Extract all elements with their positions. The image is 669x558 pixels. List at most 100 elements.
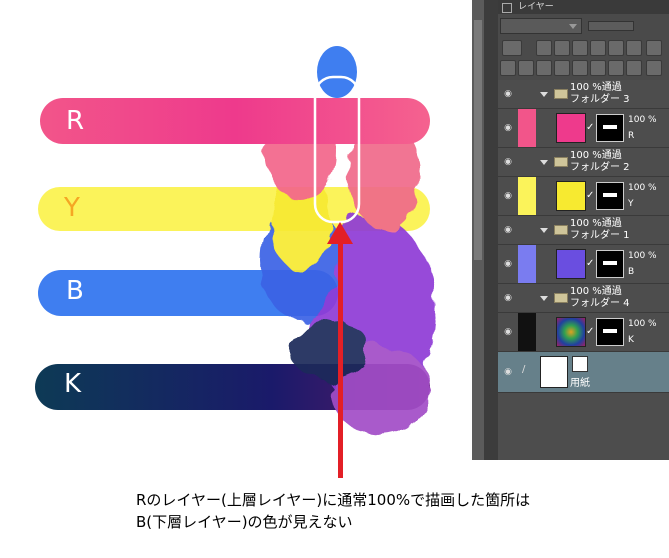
expand-icon[interactable]: [540, 296, 548, 301]
bar-r: [40, 98, 430, 144]
layer-thumbnail: [556, 181, 586, 211]
layer-list-icon[interactable]: [500, 60, 516, 76]
trash-icon[interactable]: [646, 60, 662, 76]
layer-thumbnail: [556, 113, 586, 143]
annotation-arrow-line: [338, 234, 343, 478]
layer-opacity: 100 %通過: [570, 286, 622, 297]
layer-name: B: [628, 267, 635, 277]
annotation-arrow-head-icon: [327, 222, 353, 244]
lock-transparent-icon[interactable]: [590, 40, 606, 56]
bar-label-y: Y: [64, 193, 80, 223]
layer-thumbnail: [556, 249, 586, 279]
eye-icon[interactable]: ◉: [500, 290, 516, 306]
layer-mask-thumbnail: [596, 318, 624, 346]
eye-icon[interactable]: ◉: [500, 154, 516, 170]
layer-name: K: [628, 335, 634, 345]
caption-line-1: Rのレイヤー(上層レイヤー)に通常100%で描画した箇所は: [136, 491, 531, 509]
layer-color-label: [518, 80, 536, 108]
layer-opacity: 100 %: [628, 251, 657, 261]
layer-panel-tab[interactable]: レイヤー: [498, 0, 669, 14]
eye-icon[interactable]: ◉: [500, 222, 516, 238]
layer-name: Y: [628, 199, 634, 209]
expand-icon[interactable]: [540, 92, 548, 97]
new-folder-icon[interactable]: [554, 60, 570, 76]
layer-k[interactable]: ◉ ✓ 100 % K: [498, 313, 669, 352]
layer-name: 用紙: [570, 378, 590, 389]
layer-panel: レイヤー ◉ 100 %通過 フォルダー 3 ◉ ✓ 100 % R ◉ 100…: [498, 0, 669, 460]
layer-thumbnail: [556, 317, 586, 347]
mask-icon[interactable]: [608, 40, 624, 56]
paper-icon: [572, 356, 588, 372]
clip-icon[interactable]: [536, 40, 552, 56]
layer-folder-3[interactable]: ◉ 100 %通過 フォルダー 3: [498, 80, 669, 109]
bar-label-r: R: [66, 106, 85, 136]
new-raster-layer-icon[interactable]: [518, 60, 534, 76]
layer-name: フォルダー 4: [570, 298, 630, 309]
layers-icon: [502, 3, 512, 13]
layer-opacity: 100 %: [628, 319, 657, 329]
eye-icon[interactable]: ◉: [500, 86, 516, 102]
layer-thumbnail: [540, 356, 568, 388]
layer-property-toolbar: [498, 38, 669, 56]
eye-icon[interactable]: ◉: [500, 188, 516, 204]
layer-color-label: [518, 177, 536, 215]
layer-mask-thumbnail: [596, 250, 624, 278]
merge-icon[interactable]: [608, 60, 624, 76]
layer-name: R: [628, 131, 635, 141]
layer-folder-1[interactable]: ◉ 100 %通過 フォルダー 1: [498, 216, 669, 245]
layer-folder-4[interactable]: ◉ 100 %通過 フォルダー 4: [498, 284, 669, 313]
mask-link-icon[interactable]: ✓: [586, 258, 594, 269]
layer-panel-title: レイヤー: [518, 2, 554, 12]
ruler-icon[interactable]: [626, 40, 642, 56]
layer-b[interactable]: ◉ ✓ 100 % B: [498, 245, 669, 284]
eye-icon[interactable]: ◉: [500, 324, 516, 340]
reference-icon[interactable]: [554, 40, 570, 56]
eye-icon[interactable]: ◉: [500, 256, 516, 272]
expand-icon[interactable]: [540, 228, 548, 233]
layer-mask-thumbnail: [596, 182, 624, 210]
new-vector-layer-icon[interactable]: [536, 60, 552, 76]
move-up-icon[interactable]: [572, 60, 588, 76]
layer-r[interactable]: ◉ ✓ 100 % R: [498, 109, 669, 148]
layer-paper[interactable]: ◉ / 用紙: [498, 352, 669, 393]
mask-link-icon[interactable]: ✓: [586, 122, 594, 133]
expand-icon[interactable]: [540, 160, 548, 165]
folder-icon: [554, 225, 568, 235]
layer-name: フォルダー 2: [570, 162, 630, 173]
opacity-slider[interactable]: [588, 21, 634, 31]
folder-icon: [554, 157, 568, 167]
eye-icon[interactable]: ◉: [500, 120, 516, 136]
layer-command-toolbar: [498, 58, 669, 76]
move-down-icon[interactable]: [590, 60, 606, 76]
layer-name: フォルダー 3: [570, 94, 630, 105]
brush-icon: /: [522, 364, 526, 375]
mask-link-icon[interactable]: ✓: [586, 326, 594, 337]
color-swatch-icon[interactable]: [502, 40, 522, 56]
eye-icon[interactable]: ◉: [500, 364, 516, 380]
layer-opacity: 100 %通過: [570, 218, 622, 229]
explanation-caption: Rのレイヤー(上層レイヤー)に通常100%で描画した箇所は B(下層レイヤー)の…: [136, 489, 656, 533]
bar-label-k: K: [64, 369, 82, 399]
caption-line-2: B(下層レイヤー)の色が見えない: [136, 513, 353, 531]
mask-link-icon[interactable]: ✓: [586, 190, 594, 201]
drawing-canvas[interactable]: R Y B K: [0, 0, 472, 460]
layer-color-label: [518, 245, 536, 283]
layer-opacity: 100 %通過: [570, 82, 622, 93]
scrollbar-thumb[interactable]: [474, 20, 482, 260]
layer-y[interactable]: ◉ ✓ 100 % Y: [498, 177, 669, 216]
lock-icon[interactable]: [572, 40, 588, 56]
folder-icon: [554, 89, 568, 99]
canvas-vertical-scrollbar[interactable]: [472, 0, 484, 460]
layer-mask-thumbnail: [596, 114, 624, 142]
palette-icon[interactable]: [646, 40, 662, 56]
blend-mode-select[interactable]: [500, 18, 582, 34]
mask-create-icon[interactable]: [626, 60, 642, 76]
layer-color-label: [518, 109, 536, 147]
layer-opacity: 100 %通過: [570, 150, 622, 161]
layer-opacity: 100 %: [628, 183, 657, 193]
layer-name: フォルダー 1: [570, 230, 630, 241]
layer-color-label: [518, 313, 536, 351]
layer-folder-2[interactable]: ◉ 100 %通過 フォルダー 2: [498, 148, 669, 177]
layer-opacity: 100 %: [628, 115, 657, 125]
layer-list: ◉ 100 %通過 フォルダー 3 ◉ ✓ 100 % R ◉ 100 %通過 …: [498, 80, 669, 460]
